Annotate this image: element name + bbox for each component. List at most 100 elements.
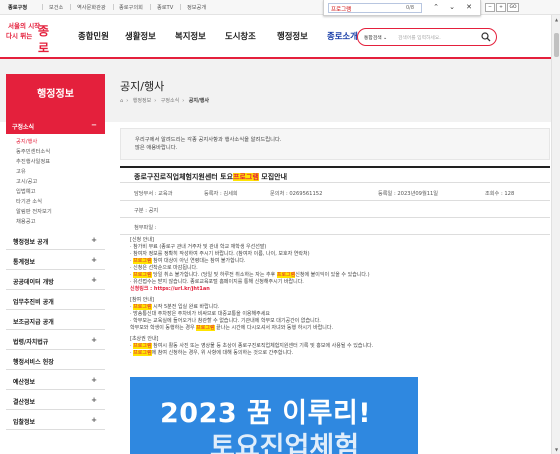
lnb-group-label: 결산정보: [13, 399, 36, 406]
post-views: 조회수 : 128: [485, 191, 515, 197]
search-icon[interactable]: [481, 32, 491, 42]
post-attachments: 첨부파일 :: [120, 219, 550, 235]
post-meta: 담당부서 : 교육과 등록자 : 김세희 문의처 : 0269561152 등록…: [120, 185, 550, 201]
scroll-down-icon[interactable]: ▼: [554, 447, 559, 452]
post-date: 등록일 : 2023년09월11일: [378, 191, 439, 197]
util-link-info[interactable]: 정보공개: [187, 4, 206, 11]
zoom-controls: − + GO: [485, 3, 520, 12]
find-highlight: 프로그램: [276, 272, 296, 278]
lnb-submenu: 공지/행사 동주민센터소식 추진행사일정표 고유 고시/공고 입법예고 타기관 …: [6, 134, 105, 230]
util-link-health[interactable]: 보건소: [49, 4, 63, 11]
body-line: · 참가비 무료 (종로구 관내 거주자 및 관내 학교 재학생 우선선발): [130, 244, 267, 250]
intro-text: 많은 애용바랍니다.: [135, 145, 178, 151]
post-category: 구분 : 공지: [120, 202, 550, 218]
lnb-group-subsidy[interactable]: 보조금지급 공개: [6, 310, 105, 330]
post-dept: 담당부서 : 교육과: [134, 191, 173, 197]
body-line: 학부모와 학생이 동행하는 경우 프로그램 끝나는 시간에 다시오셔서 자녀와 …: [130, 325, 334, 331]
expand-icon: +: [91, 376, 97, 384]
post-title: 종로구진로직업체험지원센터 토요프로그램 모집안내: [120, 166, 550, 183]
lnb-group-stats[interactable]: 통계정보 +: [6, 250, 105, 270]
find-close-button[interactable]: ✕: [463, 2, 475, 13]
find-highlight: 프로그램: [196, 325, 215, 331]
lnb-title: 행정정보: [6, 74, 105, 116]
lnb-group-settle[interactable]: 결산정보 +: [6, 390, 105, 410]
nav-city[interactable]: 도시창조: [225, 30, 256, 42]
collapse-icon: −: [91, 121, 97, 129]
expand-icon: +: [91, 396, 97, 404]
lnb-group-bid[interactable]: 입찰정보 +: [6, 410, 105, 430]
search-scope-select[interactable]: 통합검색 ⌄: [364, 34, 387, 41]
find-highlight: 프로그램: [133, 304, 152, 310]
body-line: · 프로그램에 참여 신청하는 경우, 위 사항에 대해 동의하는 것으로 간주…: [130, 350, 294, 356]
expand-icon: +: [91, 416, 97, 424]
search-input[interactable]: 검색어를 입력하세요.: [398, 34, 441, 41]
lnb-sub-recruit[interactable]: 채용공고: [16, 217, 105, 227]
breadcrumb-item[interactable]: 구정소식: [161, 98, 179, 104]
body-line: · 방송통신대 주차장은 주차비가 비싸므로 대중교통을 이용해주세요: [130, 311, 270, 317]
post-author: 등록자 : 김세희: [204, 191, 238, 197]
lnb-group-label: 보조금지급 공개: [13, 319, 54, 326]
find-highlight: 프로그램: [133, 272, 152, 278]
find-match-count: 0/8: [406, 5, 415, 11]
divider: [113, 4, 114, 10]
nav-admin[interactable]: 행정정보: [277, 30, 308, 42]
lnb-sub-announce[interactable]: 고시/공고: [16, 177, 105, 187]
nav-life[interactable]: 생활정보: [125, 30, 156, 42]
find-next-button[interactable]: ⌄: [446, 2, 458, 13]
util-link-tv[interactable]: 종로TV: [157, 4, 173, 11]
divider: [150, 4, 151, 10]
zoom-in-button[interactable]: +: [496, 3, 506, 12]
body-line: · 프로그램 참여 대상이 아닌 연령대는 참여 불가합니다.: [130, 258, 246, 264]
apply-link[interactable]: 신청링크 : https://url.kr/jht1an: [130, 286, 545, 293]
lnb-sub-schedule[interactable]: 추진행사일정표: [16, 157, 105, 167]
lnb-group-opendata[interactable]: 공공데이터 개방 +: [6, 270, 105, 290]
lnb-group-law[interactable]: 법령/자치법규 +: [6, 330, 105, 350]
util-link-tour[interactable]: 역사문화관광: [77, 4, 106, 11]
util-link-council[interactable]: 종로구의회: [119, 4, 143, 11]
lnb-group-label: 행정정보 공개: [13, 239, 49, 246]
scrollbar-thumb[interactable]: [554, 33, 559, 57]
lnb-group-budget[interactable]: 예산정보 +: [6, 370, 105, 390]
lnb-sub-notice[interactable]: 공지/행사: [16, 137, 105, 147]
body-line: · 참여자 정보를 정확히 작성하여 주시기 바랍니다. (참여자 이름, 나이…: [130, 251, 310, 257]
body-line: · 프로그램 참여시 활동 사진 또는 영상물 등 초상이 종로구진로직업체험지…: [130, 343, 374, 349]
home-icon[interactable]: ⌂: [120, 98, 123, 104]
lnb-group-charter[interactable]: 행정서비스 헌장: [6, 350, 105, 370]
page-scrollbar[interactable]: ▲ ▼: [551, 15, 560, 454]
body-line: · 학부모는 교육실에 들어오거나 참관할 수 없습니다. 기관내에 학부모 대…: [130, 318, 321, 324]
post-title-text: 종로구진로직업체험지원센터 토요: [134, 173, 234, 181]
post-contact: 문의처 : 0269561152: [270, 191, 323, 197]
util-link-guchung[interactable]: 종로구청: [8, 4, 27, 11]
scroll-up-icon[interactable]: ▲: [554, 17, 559, 22]
nav-civil[interactable]: 종합민원: [78, 30, 109, 42]
body-heading: [초상권 안내]: [130, 336, 159, 342]
lnb-group-open[interactable]: 행정정보 공개 +: [6, 230, 105, 250]
expand-icon: +: [91, 336, 97, 344]
lnb-sub-other[interactable]: 타기관 소식: [16, 197, 105, 207]
body-line: · 프로그램 당일 취소 불가합니다. (당일 및 하루전 취소하는 자는 추후…: [130, 272, 370, 278]
nav-about[interactable]: 종로소개: [327, 30, 358, 42]
lnb-group-label: 법령/자치법규: [13, 339, 49, 346]
lnb-group-label: 통계정보: [13, 259, 36, 266]
site-logo[interactable]: 서울의 시작 다시 뛰는 종로: [4, 18, 60, 56]
expand-icon: +: [91, 256, 97, 264]
find-highlight: 프로그램: [133, 258, 152, 264]
breadcrumb-current: 공지/행사: [188, 98, 210, 104]
expand-icon: +: [91, 236, 97, 244]
lnb-section-label: 구정소식: [12, 124, 35, 131]
find-prev-button[interactable]: ⌃: [430, 2, 442, 13]
lnb-section-news[interactable]: 구정소식 −: [6, 116, 105, 134]
lnb-sub-dong[interactable]: 동주민센터소식: [16, 147, 105, 157]
lnb-group-expense[interactable]: 업무추진비 공개: [6, 290, 105, 310]
go-button[interactable]: GO: [507, 3, 519, 12]
lnb-sub-ebook[interactable]: 알림판 전자보기: [16, 207, 105, 217]
post-title-text: 모집안내: [258, 173, 288, 181]
lnb-sub-legislation[interactable]: 입법예고: [16, 187, 105, 197]
lnb-sub-gou[interactable]: 고유: [16, 167, 105, 177]
nav-welfare[interactable]: 복지정보: [175, 30, 206, 42]
zoom-out-button[interactable]: −: [485, 3, 495, 12]
left-nav: 구정소식 − 공지/행사 동주민센터소식 추진행사일정표 고유 고시/공고 입법예…: [6, 116, 105, 430]
divider: [180, 4, 181, 10]
post-body: [신청 안내] · 참가비 무료 (종로구 관내 거주자 및 관내 학교 재학생…: [130, 237, 545, 361]
breadcrumb-item[interactable]: 행정정보: [133, 98, 151, 104]
